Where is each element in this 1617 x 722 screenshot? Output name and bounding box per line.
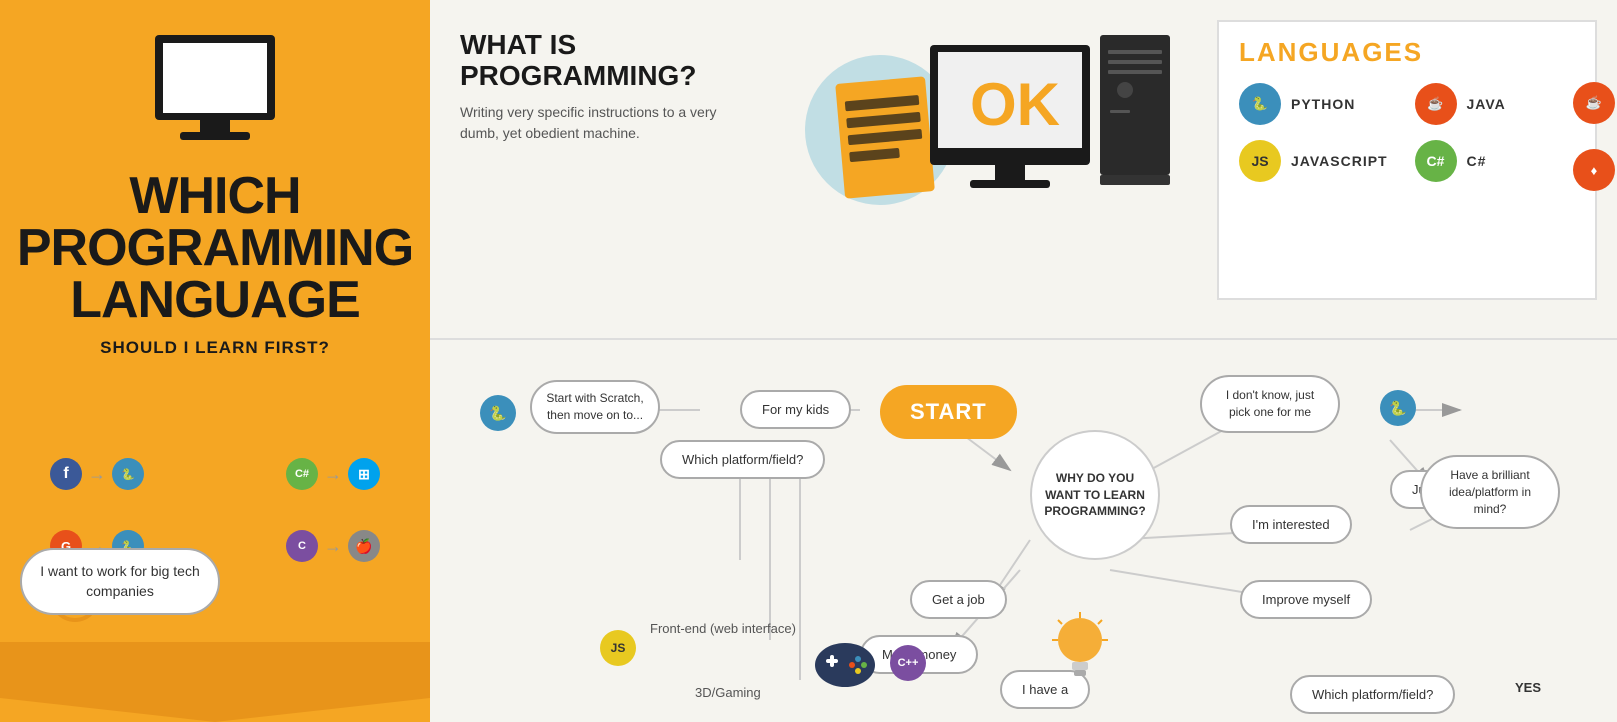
improve-myself-node: Improve myself <box>1240 580 1372 619</box>
improve-myself-label: Improve myself <box>1240 580 1372 619</box>
have-brilliant-node: Have a brilliant idea/platform in mind? <box>1420 455 1560 529</box>
left-banner: WHICH PROGRAMMING LANGUAGE SHOULD I LEAR… <box>0 0 430 722</box>
python-icon-small: 🐍 <box>112 458 144 490</box>
banner-subtitle: SHOULD I LEARN FIRST? <box>100 338 330 358</box>
which-platform2-node: Which platform/field? <box>1290 675 1455 714</box>
banner-title: WHICH PROGRAMMING LANGUAGE <box>0 170 433 326</box>
start-node: START <box>880 385 1017 439</box>
get-a-job-node: Get a job <box>910 580 1007 619</box>
gaming-label: 3D/Gaming <box>695 685 761 700</box>
languages-title: LANGUAGES <box>1239 37 1575 68</box>
lang-java: ☕ JAVA <box>1415 83 1576 125</box>
what-is-programming: WHAT IS PROGRAMMING? Writing very specif… <box>460 30 740 144</box>
which-platform-label: Which platform/field? <box>660 440 825 479</box>
javascript-label: JAVASCRIPT <box>1291 153 1388 169</box>
top-section: WHAT IS PROGRAMMING? Writing very specif… <box>430 0 1617 340</box>
cplusplus-icon: C <box>286 530 318 562</box>
csharp-circle: C# <box>1415 140 1457 182</box>
languages-box: LANGUAGES 🐍 PYTHON ☕ JAVA JS JAVASCRIPT … <box>1217 20 1597 300</box>
lang-python: 🐍 PYTHON <box>1239 83 1400 125</box>
csharp-label: C# <box>1467 153 1487 169</box>
python-after-dont-know: 🐍 <box>1380 390 1416 426</box>
game-controller-icon <box>810 635 880 695</box>
why-learn-node: WHY DO YOU WANT TO LEARN PROGRAMMING? <box>1030 430 1160 560</box>
gaming-node: 3D/Gaming <box>695 685 761 700</box>
banner-tag <box>0 642 430 722</box>
lang-csharp: C# C# <box>1415 140 1576 182</box>
svg-text:OK: OK <box>970 71 1060 138</box>
windows-icon-small: ⊞ <box>348 458 380 490</box>
cplusplus-flowchart: C++ <box>890 645 926 681</box>
have-brilliant-label: Have a brilliant idea/platform in mind? <box>1420 455 1560 529</box>
what-title: WHAT IS PROGRAMMING? <box>460 30 740 92</box>
start-label: START <box>880 385 1017 439</box>
i-dont-know-label: I don't know, just pick one for me <box>1200 375 1340 433</box>
main-content: WHAT IS PROGRAMMING? Writing very specif… <box>430 0 1617 722</box>
extra-lang-1: ☕ <box>1573 82 1615 124</box>
lightbulb-icon <box>1050 610 1110 690</box>
big-tech-bubble: I want to work for big tech companies <box>20 548 220 615</box>
js-icon-flowchart: JS <box>600 630 636 666</box>
lang-javascript: JS JAVASCRIPT <box>1239 140 1400 182</box>
python-label: PYTHON <box>1291 96 1355 112</box>
im-interested-label: I'm interested <box>1230 505 1352 544</box>
java-circle: ☕ <box>1415 83 1457 125</box>
extra-lang-2: ♦ <box>1573 149 1615 191</box>
what-description: Writing very specific instructions to a … <box>460 102 740 144</box>
java-label: JAVA <box>1467 96 1506 112</box>
i-dont-know-node: I don't know, just pick one for me <box>1200 375 1340 433</box>
python-circle: 🐍 <box>1239 83 1281 125</box>
python-after-scratch: 🐍 <box>480 395 516 431</box>
frontend-label: Front-end (web interface) <box>650 620 796 638</box>
computer-illustration: OK <box>750 20 1230 320</box>
scratch-node: Start with Scratch, then move on to... <box>530 380 660 434</box>
facebook-icon: f <box>50 458 82 490</box>
flowchart-area: START WHY DO YOU WANT TO LEARN PROGRAMMI… <box>430 340 1617 722</box>
javascript-circle: JS <box>1239 140 1281 182</box>
which-platform-node: Which platform/field? <box>660 440 825 479</box>
scratch-label: Start with Scratch, then move on to... <box>530 380 660 434</box>
for-my-kids-node: For my kids <box>740 390 851 429</box>
which-platform2-label: Which platform/field? <box>1290 675 1455 714</box>
yes-label: YES <box>1515 680 1541 695</box>
for-my-kids-label: For my kids <box>740 390 851 429</box>
get-a-job-label: Get a job <box>910 580 1007 619</box>
apple-icon: 🍎 <box>348 530 380 562</box>
languages-grid: 🐍 PYTHON ☕ JAVA JS JAVASCRIPT C# C# <box>1239 83 1575 182</box>
monitor-icon <box>135 30 295 150</box>
csharp-icon-small: C# <box>286 458 318 490</box>
im-interested-node: I'm interested <box>1230 505 1352 544</box>
frontend-node: Front-end (web interface) <box>650 620 796 638</box>
yes-node: YES <box>1515 680 1541 695</box>
